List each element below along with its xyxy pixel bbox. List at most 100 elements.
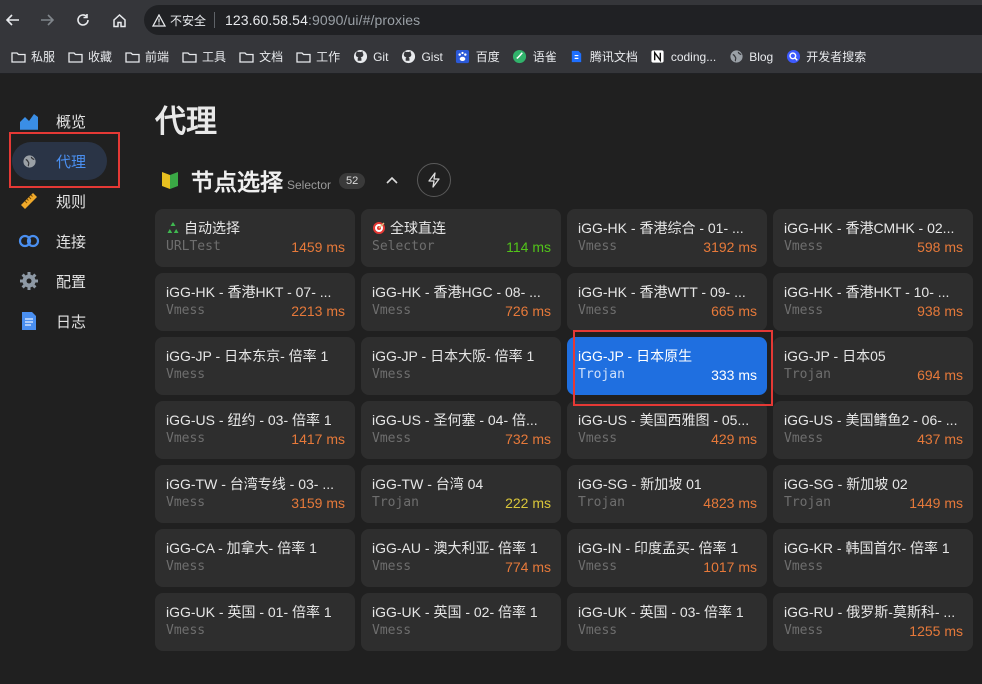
- target-icon: [372, 221, 386, 235]
- proxy-card[interactable]: iGG-KR - 韩国首尔- 倍率 1 Vmess: [773, 529, 973, 587]
- proxy-latency: 3159 ms: [291, 495, 345, 511]
- ruler-icon: [18, 190, 40, 212]
- bookmark-label: 语雀: [532, 50, 557, 64]
- bookmark-label: 开发者搜索: [806, 50, 867, 64]
- proxy-meta-row: Vmess 1017 ms: [578, 559, 757, 575]
- sidebar-item-config[interactable]: 配置: [12, 262, 107, 300]
- reload-button[interactable]: [72, 9, 94, 31]
- forward-button[interactable]: [36, 9, 58, 31]
- security-indicator[interactable]: 不安全: [152, 12, 216, 28]
- bookmark-item[interactable]: 腾讯文档: [563, 44, 644, 70]
- sidebar-item-logs[interactable]: 日志: [12, 302, 107, 340]
- proxy-name: iGG-US - 圣何塞 - 04- 倍...: [372, 411, 538, 428]
- url-text[interactable]: 123.60.58.54:9090/ui/#/proxies: [215, 12, 420, 28]
- proxy-card[interactable]: iGG-US - 美国西雅图 - 05... Vmess 429 ms: [567, 401, 767, 459]
- proxy-latency: 1417 ms: [291, 431, 345, 447]
- arrow-left-icon: [6, 14, 19, 26]
- proxy-card[interactable]: iGG-JP - 日本原生 Trojan 333 ms: [567, 337, 767, 395]
- bookmark-label: 百度: [475, 50, 500, 64]
- bookmark-item[interactable]: 工具: [175, 44, 232, 70]
- bookmark-item[interactable]: Git: [346, 44, 394, 70]
- proxy-type: Vmess: [166, 431, 206, 446]
- bookmark-item[interactable]: 百度: [449, 44, 506, 70]
- proxy-card[interactable]: iGG-US - 美国鳍鱼2 - 06- ... Vmess 437 ms: [773, 401, 973, 459]
- chevron-up-icon: [386, 176, 398, 184]
- bookmark-item[interactable]: 文档: [232, 44, 289, 70]
- proxy-meta-row: Trojan 4823 ms: [578, 495, 757, 511]
- yuque-icon: [512, 49, 528, 64]
- address-bar[interactable]: 不安全 123.60.58.54:9090/ui/#/proxies: [144, 5, 982, 35]
- sidebar-item-overview[interactable]: 概览: [12, 102, 107, 140]
- proxy-card[interactable]: iGG-HK - 香港HKT - 07- ... Vmess 2213 ms: [155, 273, 355, 331]
- proxy-card[interactable]: 全球直连 Selector 114 ms: [361, 209, 561, 267]
- proxy-card[interactable]: iGG-US - 纽约 - 03- 倍率 1 Vmess 1417 ms: [155, 401, 355, 459]
- proxy-type: Vmess: [372, 623, 412, 638]
- proxy-card[interactable]: iGG-JP - 日本05 Trojan 694 ms: [773, 337, 973, 395]
- globe-icon: [728, 50, 744, 64]
- sidebar-item-rules[interactable]: 规则: [12, 182, 107, 220]
- proxy-card[interactable]: iGG-AU - 澳大利亚- 倍率 1 Vmess 774 ms: [361, 529, 561, 587]
- proxy-card[interactable]: iGG-HK - 香港CMHK - 02... Vmess 598 ms: [773, 209, 973, 267]
- bookmark-item[interactable]: coding...: [644, 44, 722, 70]
- bookmark-item[interactable]: 前端: [118, 44, 175, 70]
- proxy-card[interactable]: iGG-SG - 新加坡 01 Trojan 4823 ms: [567, 465, 767, 523]
- proxy-name-row: iGG-UK - 英国 - 02- 倍率 1: [372, 602, 551, 621]
- bookmark-item[interactable]: 工作: [289, 44, 346, 70]
- bookmark-label: Blog: [749, 49, 774, 64]
- proxy-name-row: iGG-JP - 日本05: [784, 346, 963, 365]
- proxy-card[interactable]: iGG-HK - 香港HGC - 08- ... Vmess 726 ms: [361, 273, 561, 331]
- proxy-meta-row: Vmess 2213 ms: [166, 303, 345, 319]
- proxy-type: Trojan: [784, 495, 831, 510]
- sidebar-item-connections[interactable]: 连接: [12, 222, 107, 260]
- proxy-name-row: iGG-SG - 新加坡 01: [578, 474, 757, 493]
- proxy-card[interactable]: iGG-JP - 日本大阪- 倍率 1 Vmess: [361, 337, 561, 395]
- proxy-name: iGG-JP - 日本大阪- 倍率 1: [372, 347, 535, 364]
- bookmark-item[interactable]: 私服: [4, 44, 61, 70]
- proxy-name-row: iGG-HK - 香港CMHK - 02...: [784, 218, 963, 237]
- proxy-name-row: iGG-IN - 印度孟买- 倍率 1: [578, 538, 757, 557]
- proxy-card[interactable]: iGG-TW - 台湾 04 Trojan 222 ms: [361, 465, 561, 523]
- url-path: :9090/ui/#/proxies: [307, 12, 421, 28]
- home-button[interactable]: [108, 9, 130, 31]
- proxy-card[interactable]: iGG-JP - 日本东京- 倍率 1 Vmess: [155, 337, 355, 395]
- proxy-card[interactable]: iGG-HK - 香港HKT - 10- ... Vmess 938 ms: [773, 273, 973, 331]
- proxy-card[interactable]: iGG-US - 圣何塞 - 04- 倍... Vmess 732 ms: [361, 401, 561, 459]
- proxy-meta-row: Vmess: [166, 623, 345, 638]
- proxy-grid: 自动选择 URLTest 1459 ms 全球直连 Selector 114 ms iGG-…: [155, 209, 982, 651]
- proxy-card[interactable]: iGG-RU - 俄罗斯-莫斯科- ... Vmess 1255 ms: [773, 593, 973, 651]
- proxy-card[interactable]: iGG-HK - 香港综合 - 01- ... Vmess 3192 ms: [567, 209, 767, 267]
- proxy-card[interactable]: iGG-IN - 印度孟买- 倍率 1 Vmess 1017 ms: [567, 529, 767, 587]
- proxy-card[interactable]: iGG-HK - 香港WTT - 09- ... Vmess 665 ms: [567, 273, 767, 331]
- proxy-type: Vmess: [166, 559, 206, 574]
- proxy-card[interactable]: iGG-UK - 英国 - 02- 倍率 1 Vmess: [361, 593, 561, 651]
- warning-icon: [152, 13, 166, 27]
- group-type: Selector: [287, 178, 332, 192]
- proxy-card[interactable]: iGG-UK - 英国 - 01- 倍率 1 Vmess: [155, 593, 355, 651]
- bookmark-item[interactable]: Gist: [394, 44, 448, 70]
- latency-test-button[interactable]: [417, 163, 452, 197]
- proxy-latency: 4823 ms: [703, 495, 757, 511]
- proxy-card[interactable]: iGG-SG - 新加坡 02 Trojan 1449 ms: [773, 465, 973, 523]
- sidebar-item-proxies[interactable]: 代理: [12, 142, 107, 180]
- proxy-name: iGG-UK - 英国 - 03- 倍率 1: [578, 603, 744, 620]
- bookmark-item[interactable]: 开发者搜索: [779, 44, 872, 70]
- sidebar-item-label: 概览: [56, 113, 87, 131]
- proxy-meta-row: Trojan 222 ms: [372, 495, 551, 511]
- proxy-card[interactable]: 自动选择 URLTest 1459 ms: [155, 209, 355, 267]
- bookmark-item[interactable]: 收藏: [61, 44, 118, 70]
- proxy-card[interactable]: iGG-TW - 台湾专线 - 03- ... Vmess 3159 ms: [155, 465, 355, 523]
- bookmark-item[interactable]: Blog: [722, 44, 779, 70]
- bookmark-label: 工作: [316, 50, 341, 64]
- proxy-meta-row: Vmess 598 ms: [784, 239, 963, 255]
- proxy-name: iGG-TW - 台湾 04: [372, 475, 484, 492]
- proxy-meta-row: Vmess 437 ms: [784, 431, 963, 447]
- search-icon: [785, 49, 801, 64]
- proxy-card[interactable]: iGG-CA - 加拿大- 倍率 1 Vmess: [155, 529, 355, 587]
- bookmarks-bar: 私服 收藏 前端 工具 文档 工作 Git Gist 百度 语雀 腾讯文档 coding... Blog…: [0, 40, 982, 74]
- back-button[interactable]: [2, 9, 24, 31]
- bookmark-item[interactable]: 语雀: [506, 44, 563, 70]
- collapse-button[interactable]: [377, 165, 407, 195]
- beginner-badge-icon: [159, 169, 181, 191]
- proxy-type: Vmess: [784, 239, 824, 254]
- proxy-card[interactable]: iGG-UK - 英国 - 03- 倍率 1 Vmess: [567, 593, 767, 651]
